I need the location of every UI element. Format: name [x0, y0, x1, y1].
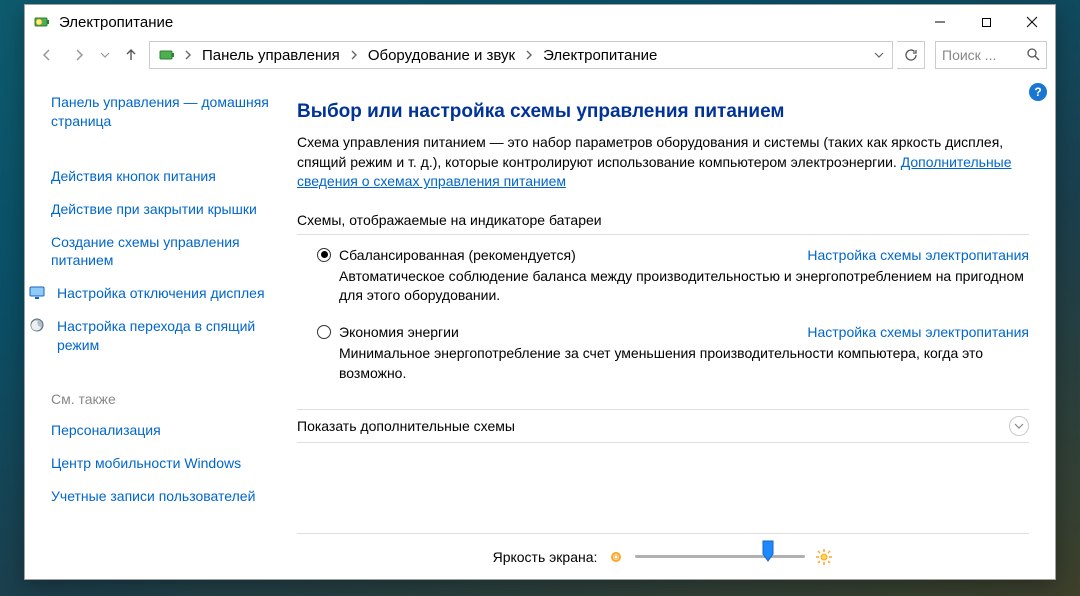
close-button[interactable] [1009, 7, 1055, 37]
display-off-icon [29, 284, 45, 300]
page-description: Схема управления питанием — это набор па… [297, 133, 1029, 192]
up-button[interactable] [117, 41, 145, 69]
brightness-label: Яркость экрана: [493, 549, 598, 565]
show-additional-plans[interactable]: Показать дополнительные схемы [297, 409, 1029, 443]
sidebar-link-sleep[interactable]: Настройка перехода в спящий режим [57, 317, 273, 355]
divider [297, 234, 1029, 235]
power-plan-saver: Экономия энергии Настройка схемы электро… [317, 324, 1029, 383]
main-panel: ? Выбор или настройка схемы управления п… [287, 77, 1055, 579]
breadcrumb-icon [158, 46, 176, 64]
chevron-down-icon [1009, 416, 1029, 436]
crumb-control-panel[interactable]: Панель управления [196, 47, 346, 64]
configure-plan-link[interactable]: Настройка схемы электропитания [807, 324, 1029, 340]
refresh-button[interactable] [897, 41, 925, 69]
search-input[interactable]: Поиск ... [935, 41, 1047, 69]
see-also-mobility-center[interactable]: Центр мобильности Windows [51, 454, 273, 473]
sidebar-link-power-buttons[interactable]: Действия кнопок питания [51, 167, 273, 186]
back-button[interactable] [33, 41, 61, 69]
help-button[interactable]: ? [1029, 83, 1047, 101]
slider-thumb[interactable] [762, 540, 774, 562]
see-also-personalization[interactable]: Персонализация [51, 421, 273, 440]
plan-description: Автоматическое соблюдение баланса между … [339, 267, 1029, 306]
chevron-right-icon[interactable] [523, 50, 535, 60]
brightness-footer: Яркость экрана: [297, 533, 1029, 579]
minimize-button[interactable] [917, 7, 963, 37]
sidebar-home-link[interactable]: Панель управления — домашняя страница [51, 93, 273, 131]
page-description-text: Схема управления питанием — это набор па… [297, 134, 1003, 170]
power-plan-balanced: Сбалансированная (рекомендуется) Настрой… [317, 247, 1029, 306]
plan-description: Минимальное энергопотребление за счет ум… [339, 344, 1029, 383]
page-title: Выбор или настройка схемы управления пит… [297, 101, 1029, 123]
plan-radio-balanced[interactable] [317, 248, 331, 262]
sidebar-link-create-plan[interactable]: Создание схемы управления питанием [51, 233, 273, 271]
power-options-window: Электропитание [24, 4, 1056, 580]
plan-name[interactable]: Сбалансированная (рекомендуется) [339, 247, 576, 263]
maximize-button[interactable] [963, 7, 1009, 37]
breadcrumb-dropdown[interactable] [870, 50, 888, 60]
search-placeholder: Поиск ... [942, 47, 1022, 63]
breadcrumb[interactable]: Панель управления Оборудование и звук Эл… [149, 41, 893, 69]
plan-name[interactable]: Экономия энергии [339, 324, 459, 340]
forward-button[interactable] [65, 41, 93, 69]
configure-plan-link[interactable]: Настройка схемы электропитания [807, 247, 1029, 263]
sidebar: Панель управления — домашняя страница Де… [25, 77, 287, 579]
chevron-right-icon[interactable] [348, 50, 360, 60]
brightness-high-icon [815, 548, 833, 566]
window-controls [917, 7, 1055, 37]
battery-plans-heading: Схемы, отображаемые на индикаторе батаре… [297, 212, 1029, 228]
chevron-right-icon[interactable] [182, 50, 194, 60]
search-icon [1026, 47, 1040, 64]
window-title: Электропитание [59, 14, 173, 31]
expander-label: Показать дополнительные схемы [297, 418, 515, 434]
titlebar: Электропитание [25, 5, 1055, 39]
sidebar-link-display-off[interactable]: Настройка отключения дисплея [57, 284, 265, 303]
crumb-hardware-sound[interactable]: Оборудование и звук [362, 47, 521, 64]
see-also-user-accounts[interactable]: Учетные записи пользователей [51, 487, 273, 506]
brightness-slider[interactable] [635, 548, 805, 566]
see-also-heading: См. также [51, 391, 273, 407]
app-icon [33, 13, 51, 31]
sidebar-link-lid-close[interactable]: Действие при закрытии крышки [51, 200, 273, 219]
sleep-icon [29, 317, 45, 333]
plan-radio-saver[interactable] [317, 325, 331, 339]
crumb-power-options[interactable]: Электропитание [537, 47, 663, 64]
content-area: Панель управления — домашняя страница Де… [25, 77, 1055, 579]
brightness-low-icon [607, 548, 625, 566]
address-bar: Панель управления Оборудование и звук Эл… [25, 39, 1055, 77]
recent-locations-button[interactable] [97, 41, 113, 69]
